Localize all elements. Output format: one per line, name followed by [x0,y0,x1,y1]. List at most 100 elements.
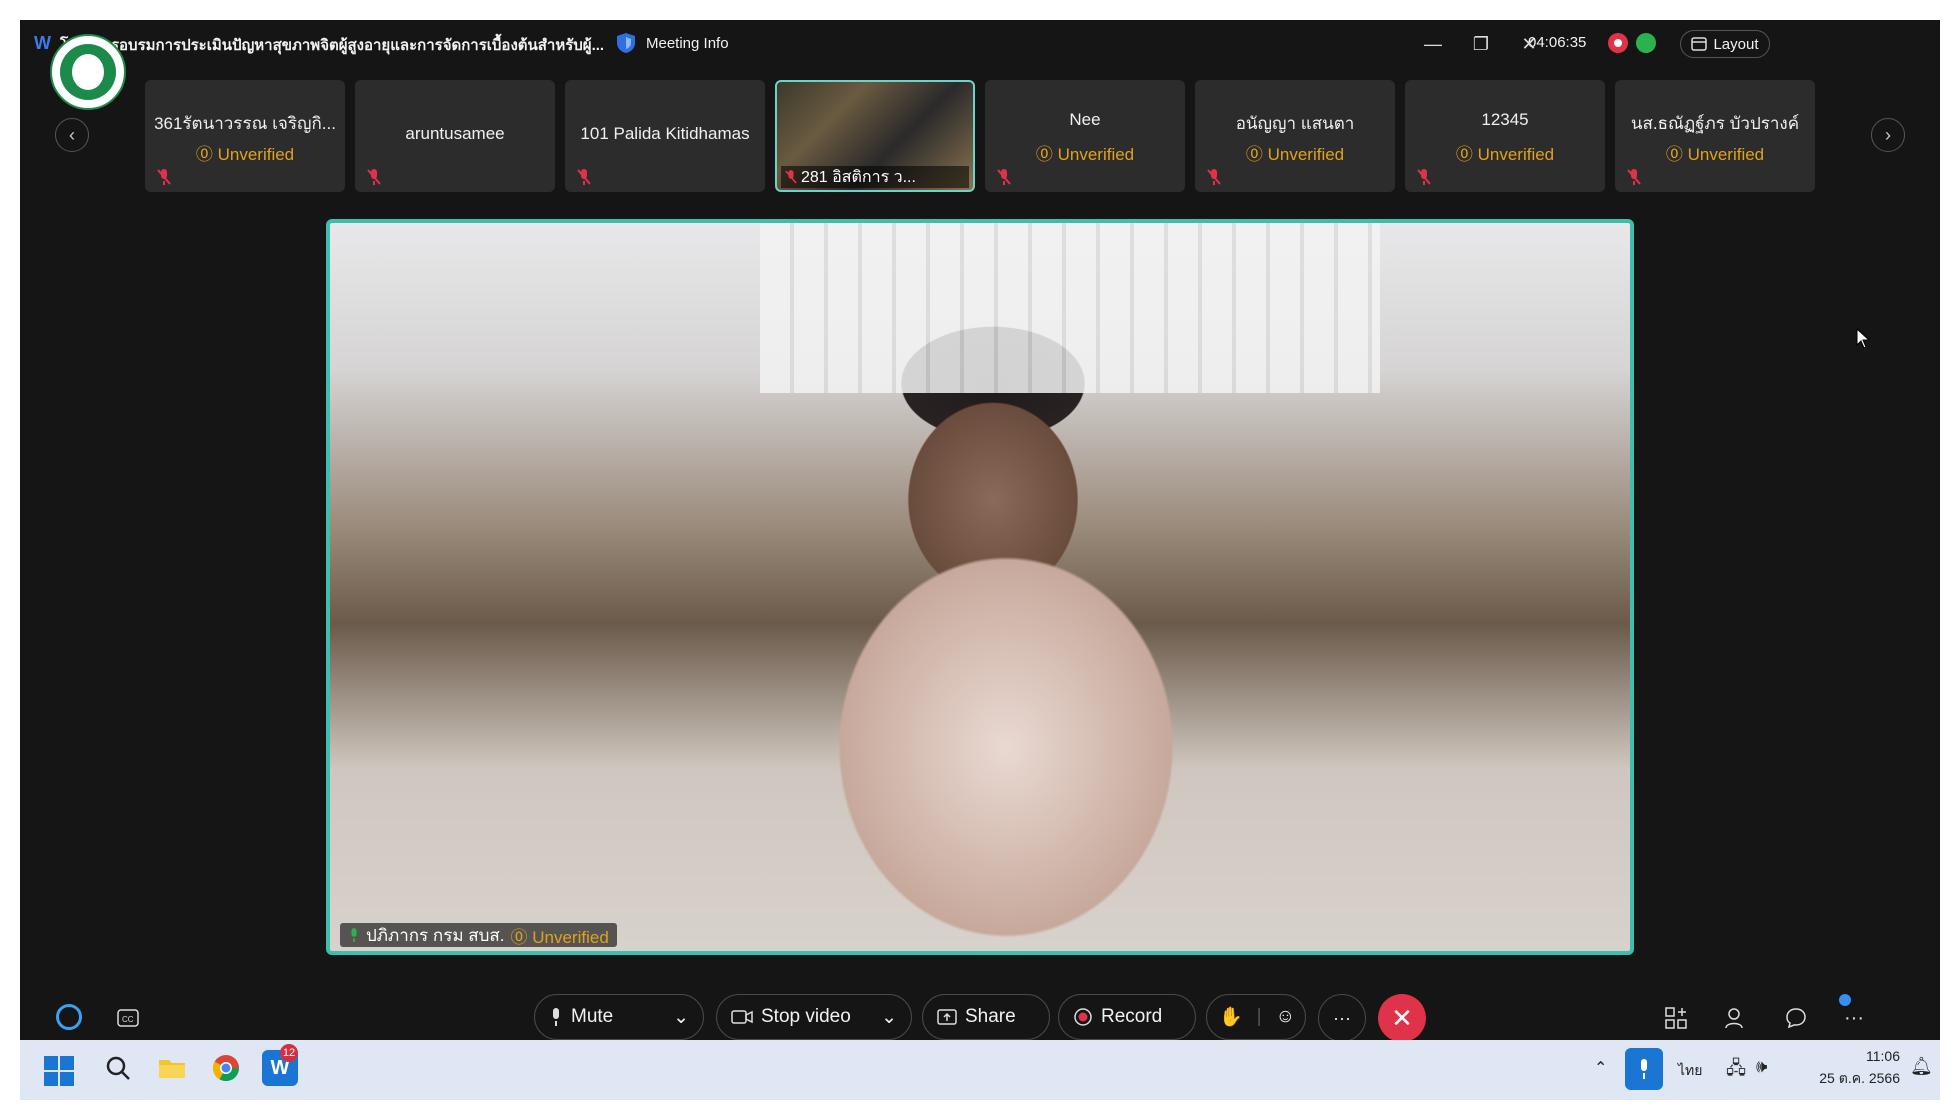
mic-off-icon [577,169,591,185]
participant-tile[interactable]: 12345 ⓪ Unverified [1405,80,1605,192]
apps-icon[interactable] [1662,1004,1690,1032]
language-indicator[interactable]: ไทย [1678,1060,1702,1082]
search-icon[interactable] [100,1050,136,1086]
chevron-left-icon: ‹ [69,124,75,145]
meeting-title: โครงการอบรมการประเมินปัญหาสุขภาพจิตผู้สู… [60,37,605,54]
webex-assistant-icon[interactable] [56,1004,82,1030]
participant-name: aruntusamee [405,124,505,143]
participant-name: Nee [1069,110,1101,129]
meeting-info-label: Meeting Info [646,34,729,52]
participants-icon[interactable] [1722,1004,1750,1032]
mic-icon [553,1008,559,1026]
meeting-controls: CC Mute ⌄ Stop video ⌄ Share Record ✋ | … [20,964,1940,1040]
notification-badge: 12 [280,1044,298,1062]
participant-tile[interactable]: Nee ⓪ Unverified [985,80,1185,192]
participant-name: 281 อิสติการ ว... [801,168,916,186]
mic-off-icon [1627,169,1641,185]
participant-strip: 361รัตนาวรรณ เจริญกิ... ⓪ Unverified aru… [145,80,1835,192]
video-background [760,223,1380,393]
reactions-group: ✋ | ☺ [1206,994,1306,1040]
participant-tile[interactable]: 361รัตนาวรรณ เจริญกิ... ⓪ Unverified [145,80,345,192]
windows-icon[interactable] [44,1056,74,1086]
volume-icon[interactable]: 🕪 [1756,1056,1767,1077]
participant-status: ⓪ Unverified [1245,145,1345,164]
app-window: W โครงการอบรมการประเมินปัญหาสุขภาพจิตผู้… [20,20,1940,1040]
participant-status: ⓪ Unverified [1665,145,1765,164]
participant-status: ⓪ Unverified [195,145,295,164]
notification-bell-icon[interactable]: 🔔︎ [1910,1056,1933,1077]
participant-name: 361รัตนาวรรณ เจริญกิ... [154,114,336,133]
network-icon[interactable]: 🖧 [1726,1056,1746,1086]
chevron-down-icon[interactable]: ⌄ [881,1006,897,1029]
taskbar: W 12 ⌃ ไทย 🖧 🕪 11:06 25 ต.ค. 2566 🔔︎ [20,1040,1940,1100]
participant-status: ⓪ Unverified [1035,145,1135,164]
svg-text:CC: CC [122,1015,134,1024]
record-label: Record [1101,1006,1163,1027]
mic-off-icon [997,169,1011,185]
share-icon [937,1009,957,1025]
participant-name: 101 Palida Kitidhamas [580,124,750,143]
end-call-button[interactable]: ✕ [1378,994,1426,1040]
participant-tile[interactable]: นส.ธณัฏฐ์ภร บัวปรางค์ ⓪ Unverified [1615,80,1815,192]
participant-name: 12345 [1481,110,1529,129]
participant-video-tile[interactable]: 281 อิสติการ ว... [775,80,975,192]
speaker-caption: ปภิภากร กรม สบส. ⓪ Unverified [340,923,617,947]
participant-caption: 281 อิสติการ ว... [781,166,969,188]
raise-hand-icon[interactable]: ✋ [1219,1005,1243,1029]
ministry-seal-logo [50,34,126,110]
webex-logo-icon: W [34,33,51,53]
active-speaker-video[interactable]: ปภิภากร กรม สบส. ⓪ Unverified [326,219,1634,955]
share-button[interactable]: Share [922,994,1050,1040]
mic-off-icon [367,169,381,185]
mic-off-icon [1417,169,1431,185]
folder-icon[interactable] [154,1050,190,1086]
mute-label: Mute [571,1006,614,1027]
video-icon [731,1010,753,1024]
network-icon[interactable] [1636,33,1656,53]
speaker-status: ⓪ Unverified [510,927,609,947]
record-button[interactable]: Record [1058,994,1196,1040]
mic-icon [351,928,357,942]
participant-name: นส.ธณัฏฐ์ภร บัวปรางค์ [1630,114,1800,133]
mic-off-icon [785,170,797,184]
clock-date[interactable]: 25 ต.ค. 2566 [1800,1068,1900,1090]
stop-video-label: Stop video [761,1006,851,1027]
close-window-button[interactable]: ✕ [1514,30,1544,58]
share-label: Share [965,1006,1016,1027]
layout-button[interactable]: Layout [1680,30,1770,58]
close-icon: ✕ [1391,1002,1413,1033]
record-icon [1074,1008,1092,1026]
more-options-button[interactable]: ··· [1318,994,1366,1040]
participant-tile[interactable]: 101 Palida Kitidhamas [565,80,765,192]
participant-name: อนัญญา แสนตา [1235,114,1355,133]
strip-next-button[interactable]: › [1871,118,1905,152]
chevron-right-icon: › [1885,124,1891,145]
mute-button[interactable]: Mute ⌄ [534,994,704,1040]
speaker-name: ปภิภากร กรม สบส. [366,925,505,945]
mouse-cursor-icon [1856,328,1870,349]
meeting-info-button[interactable]: Meeting Info [616,32,729,54]
title-bar: W โครงการอบรมการประเมินปัญหาสุขภาพจิตผู้… [20,20,1940,72]
layout-icon [1691,37,1708,51]
mic-off-icon [157,169,171,185]
restore-button[interactable]: ❐ [1466,30,1496,58]
chat-icon[interactable] [1782,1004,1810,1032]
mic-off-icon [1207,169,1221,185]
clock-time[interactable]: 11:06 [1840,1048,1900,1064]
participant-tile[interactable]: aruntusamee [355,80,555,192]
layout-label: Layout [1713,35,1759,53]
mic-icon[interactable] [1625,1048,1663,1090]
strip-prev-button[interactable]: ‹ [55,118,89,152]
captions-icon[interactable]: CC [114,1004,142,1032]
chevron-down-icon[interactable]: ⌄ [673,1006,689,1029]
stop-video-button[interactable]: Stop video ⌄ [716,994,912,1040]
overflow-menu-button[interactable]: ··· [1840,1004,1868,1032]
record-indicator-icon[interactable] [1608,33,1628,53]
reaction-icon[interactable]: ☺ [1276,1006,1295,1028]
shield-icon [617,33,635,53]
chevron-up-icon[interactable]: ⌃ [1594,1058,1607,1078]
chrome-icon[interactable] [208,1050,244,1086]
minimize-button[interactable]: — [1418,30,1448,58]
participant-tile[interactable]: อนัญญา แสนตา ⓪ Unverified [1195,80,1395,192]
participant-status: ⓪ Unverified [1455,145,1555,164]
